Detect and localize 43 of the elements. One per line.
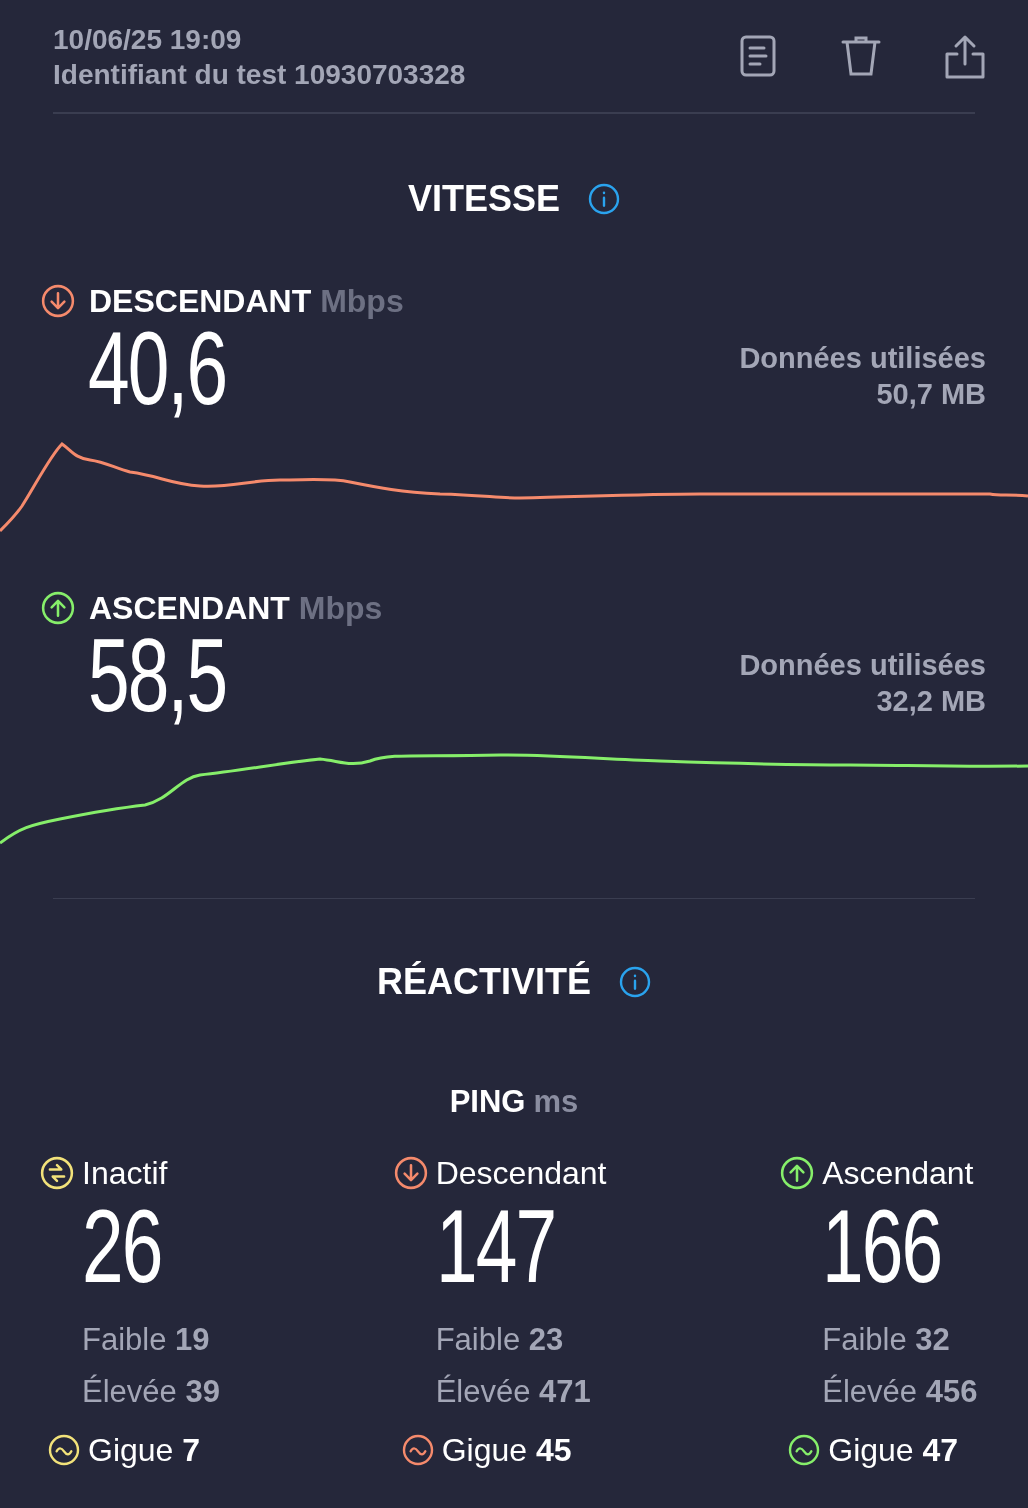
wave-circle-icon: [401, 1433, 434, 1466]
ping-direction-label: Inactif: [82, 1156, 168, 1189]
data-used-value: 50,7 MB: [876, 377, 986, 412]
ping-value: 26: [82, 1193, 162, 1298]
unit-label: ms: [533, 1083, 579, 1121]
test-id: Identifiant du test 10930703328: [53, 58, 466, 92]
high-ping: Élevée 39: [82, 1372, 220, 1411]
ping-direction-label: Ascendant: [822, 1156, 974, 1189]
ping-value: 147: [435, 1193, 555, 1298]
ping-value: 166: [822, 1193, 942, 1298]
low-ping: Faible 19: [82, 1320, 211, 1359]
ping-direction-label: Descendant: [435, 1156, 607, 1189]
up-arrow-circle-icon: [41, 591, 75, 625]
test-date: 10/06/25 19:09: [53, 23, 243, 57]
data-used-label: Données utilisées: [739, 341, 986, 376]
jitter-value: Gigue 45: [441, 1430, 572, 1470]
speed-value: 58,5: [88, 623, 227, 727]
ping-label: PING: [449, 1083, 526, 1121]
high-ping: Élevée 471: [435, 1372, 592, 1411]
down-arrow-circle-icon: [41, 284, 75, 318]
trash-icon[interactable]: [840, 34, 882, 78]
section-title: RÉACTIVITÉ: [377, 960, 591, 1004]
high-ping: Élevée 456: [822, 1372, 979, 1411]
data-used-label: Données utilisées: [739, 648, 986, 683]
jitter-value: Gigue 7: [88, 1430, 201, 1470]
low-ping: Faible 32: [822, 1320, 951, 1359]
wave-circle-icon: [788, 1433, 821, 1466]
info-icon[interactable]: [619, 966, 651, 998]
direction-label: DESCENDANT: [89, 283, 312, 319]
unit-label: Mbps: [320, 283, 404, 319]
unit-label: Mbps: [298, 590, 383, 626]
speed-value: 40,6: [88, 316, 227, 420]
section-title: VITESSE: [407, 177, 561, 221]
document-icon[interactable]: [738, 34, 778, 78]
down-arrow-circle-icon: [393, 1155, 428, 1190]
share-icon[interactable]: [944, 34, 986, 80]
data-used-value: 32,2 MB: [876, 684, 986, 719]
up-arrow-circle-icon: [780, 1155, 815, 1190]
wave-circle-icon: [48, 1433, 80, 1466]
jitter-value: Gigue 47: [828, 1430, 959, 1470]
info-icon[interactable]: [588, 183, 621, 215]
low-ping: Faible 23: [435, 1320, 565, 1359]
direction-label: ASCENDANT: [89, 590, 290, 626]
